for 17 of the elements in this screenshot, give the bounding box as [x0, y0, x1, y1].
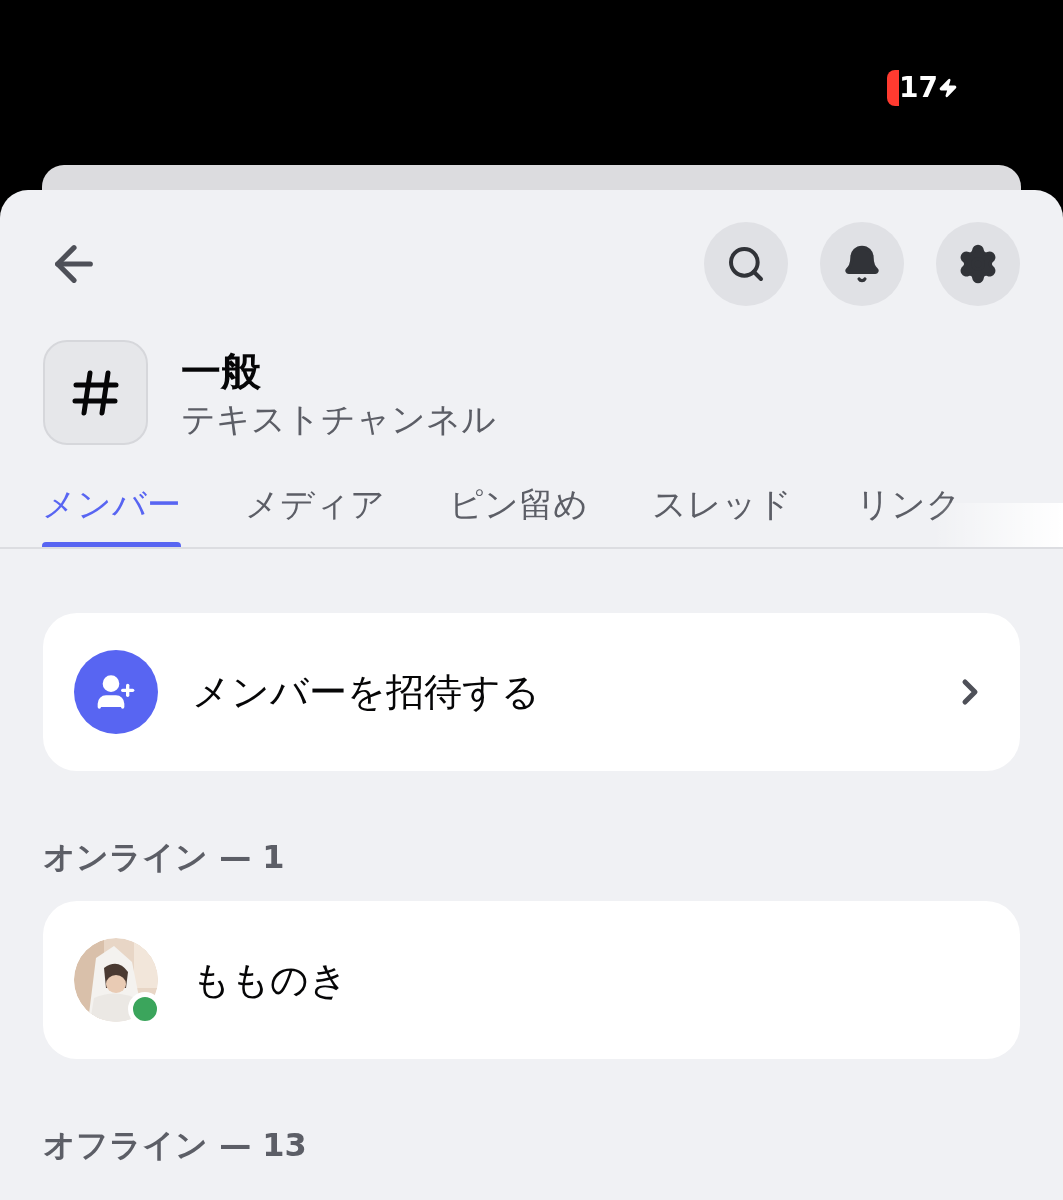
channel-hash-icon [43, 340, 148, 445]
tab[interactable]: スレッド [652, 463, 792, 547]
member-name: もものき [192, 956, 348, 1004]
channel-type: テキストチャンネル [181, 397, 496, 441]
invite-members-button[interactable]: メンバーを招待する [43, 613, 1020, 771]
tab[interactable]: ピン留め [449, 463, 588, 547]
tab[interactable]: リンク [856, 463, 961, 547]
tab[interactable]: メディア [245, 463, 385, 547]
tab[interactable]: メンバー [42, 463, 181, 547]
member-row[interactable]: もものき [43, 901, 1020, 1059]
section-header: オフライン — 13 [43, 1125, 308, 1166]
battery-level: 17 [899, 74, 938, 102]
battery-icon [887, 70, 900, 106]
section-header: オンライン — 1 [43, 837, 286, 878]
search-icon [726, 244, 766, 284]
channel-name: 一般 [181, 346, 262, 396]
bell-icon [842, 244, 882, 284]
